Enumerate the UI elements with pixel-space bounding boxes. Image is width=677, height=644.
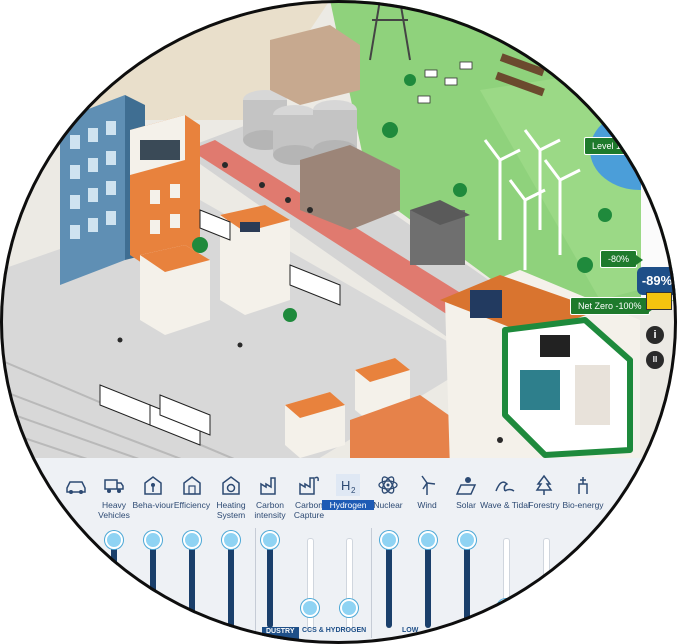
city-scene — [0, 0, 677, 470]
bio-energy-icon — [578, 477, 588, 494]
slider-handle-wind[interactable] — [419, 531, 437, 549]
slider-track-transport[interactable] — [73, 538, 79, 628]
hydrogen-icon: H2 — [336, 474, 360, 496]
section-label-industry: DUSTRY — [262, 627, 299, 640]
slider-track-heating[interactable] — [228, 538, 234, 628]
slider-track-nuclear[interactable] — [386, 538, 392, 628]
current-emissions-reading: -89% — [637, 267, 677, 295]
wind-turbine-icon — [421, 475, 436, 495]
slider-handle-solar[interactable] — [458, 531, 476, 549]
target-80-label: -80% — [600, 250, 644, 268]
slider-handle-carbon-capture[interactable] — [301, 599, 319, 617]
slider-track-efficiency[interactable] — [189, 538, 195, 628]
factory-icon — [260, 477, 276, 495]
slider-handle-behaviour[interactable] — [144, 531, 162, 549]
section-label-low: LOW — [402, 627, 419, 634]
svg-text:H: H — [341, 478, 350, 493]
svg-text:2: 2 — [351, 486, 356, 495]
tree-icon — [535, 474, 553, 495]
slider-track-behaviour[interactable] — [150, 538, 156, 628]
atom-icon — [378, 476, 398, 494]
house-efficiency-icon — [183, 476, 201, 495]
solar-panel-icon — [455, 477, 477, 495]
slider-track-solar[interactable] — [464, 538, 470, 628]
wave-icon — [495, 481, 515, 492]
slider-track-heavy-vehicles[interactable] — [111, 538, 117, 628]
slider-handle-heavy-vehicles[interactable] — [105, 531, 123, 549]
pause-button[interactable]: II — [646, 351, 664, 369]
info-button[interactable]: i — [646, 326, 664, 344]
house-person-icon — [144, 476, 162, 495]
car-icon — [66, 481, 86, 494]
truck-icon — [104, 479, 124, 493]
slider-handle-nuclear[interactable] — [380, 531, 398, 549]
heating-system-icon — [222, 476, 240, 495]
level-label: Level 1 z — [584, 137, 643, 155]
slider-handle-efficiency[interactable] — [183, 531, 201, 549]
category-label: Bio-energy — [562, 500, 604, 510]
current-level-indicator — [646, 292, 672, 310]
slider-handle-heating[interactable] — [222, 531, 240, 549]
slider-handle-hydrogen[interactable] — [340, 599, 358, 617]
section-label-ccs-hydrogen: CCS & HYDROGEN — [302, 627, 367, 634]
viewport-frame: Level 1 z -80% Net Zero -100% -89% i II … — [0, 0, 677, 644]
carbon-capture-icon — [299, 476, 319, 495]
net-zero-label: Net Zero -100% — [570, 297, 656, 315]
slider-handle-wave-tidal[interactable] — [497, 599, 515, 617]
section-divider — [255, 528, 256, 638]
slider-handle-transport[interactable] — [67, 531, 85, 549]
slider-track-carbon-intensity[interactable] — [267, 538, 273, 628]
section-divider — [371, 528, 372, 638]
category-bio-energy[interactable]: Bio-energy — [557, 466, 609, 510]
slider-handle-carbon-intensity[interactable] — [261, 531, 279, 549]
slider-handle-forestry[interactable] — [537, 599, 555, 617]
slider-track-wind[interactable] — [425, 538, 431, 628]
